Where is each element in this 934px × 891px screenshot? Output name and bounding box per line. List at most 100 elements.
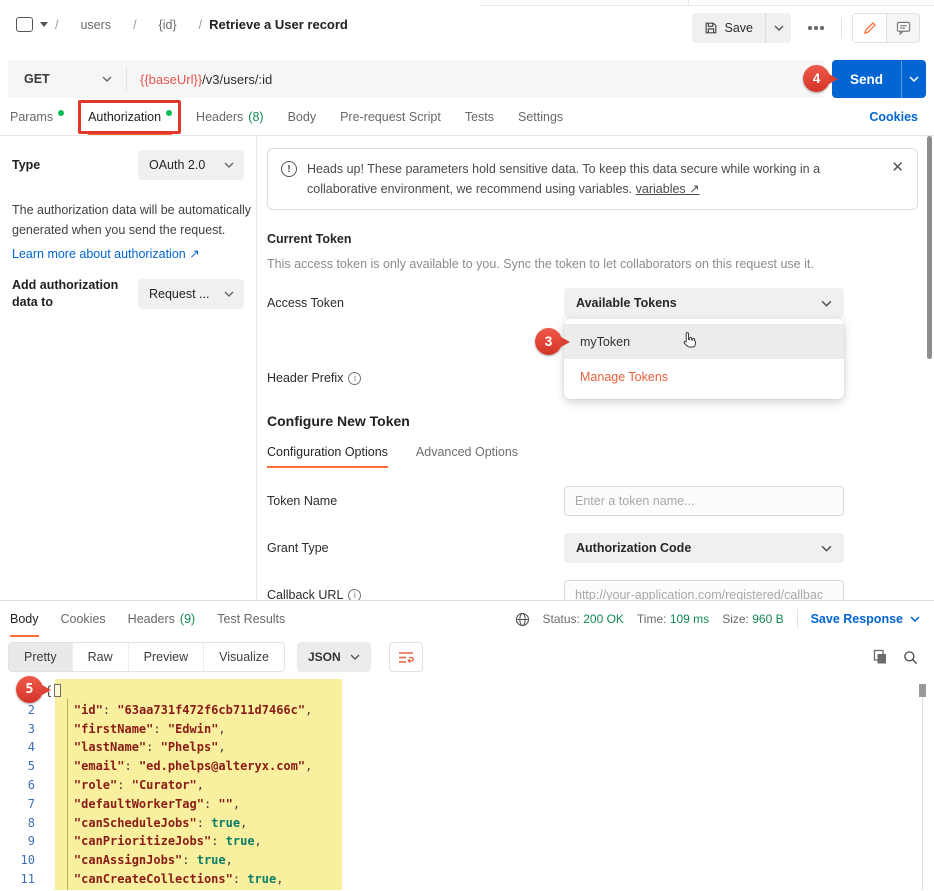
copy-button[interactable] (872, 649, 888, 665)
tab-headers[interactable]: Headers(8) (196, 98, 264, 135)
size-text: Size: 960 B (722, 612, 783, 626)
response-tab-headers[interactable]: Headers(9) (128, 601, 196, 637)
url-input[interactable]: {{baseUrl}}/v3/users/:id (127, 72, 272, 87)
auth-sidebar: Type OAuth 2.0 The authorization data wi… (0, 136, 257, 600)
line-number: 3 (0, 720, 45, 739)
text-cursor (54, 684, 61, 697)
callback-url-label: Callback URLi (267, 588, 564, 600)
token-name-label: Token Name (267, 494, 564, 508)
response-tab-test-results[interactable]: Test Results (217, 601, 285, 637)
request-icon[interactable] (16, 17, 33, 32)
breadcrumb-folder[interactable]: users (65, 18, 126, 32)
view-tab-pretty[interactable]: Pretty (9, 643, 72, 671)
breadcrumb-subfolder[interactable]: {id} (144, 18, 192, 32)
callback-url-input[interactable] (564, 580, 844, 600)
copy-icon (872, 649, 888, 665)
save-response-button[interactable]: Save Response (811, 612, 920, 626)
tab-settings[interactable]: Settings (518, 98, 563, 135)
tab-tests[interactable]: Tests (465, 98, 494, 135)
scrollbar-thumb[interactable] (927, 136, 932, 359)
tab-body[interactable]: Body (288, 98, 317, 135)
tab-configuration-options[interactable]: Configuration Options (267, 445, 388, 468)
save-options-button[interactable] (765, 13, 791, 43)
auth-type-select[interactable]: OAuth 2.0 (138, 150, 244, 180)
code-line: 2 "id": "63aa731f472f6cb711d7466c", (0, 701, 934, 720)
chevron-down-icon (774, 25, 784, 31)
access-token-select[interactable]: Available Tokens (564, 288, 844, 318)
tab-pre-request-script[interactable]: Pre-request Script (340, 98, 441, 135)
token-name-input[interactable] (564, 486, 844, 516)
dropdown-caret-icon[interactable] (40, 22, 48, 27)
response-toolbar: PrettyRawPreviewVisualize JSON (0, 637, 934, 675)
annotation-step-3: 3 (535, 328, 562, 355)
search-button[interactable] (903, 650, 918, 665)
response-tab-cookies[interactable]: Cookies (61, 601, 106, 637)
view-mode-segmented: PrettyRawPreviewVisualize (8, 642, 285, 672)
divider (841, 18, 842, 38)
response-panel: Body Cookies Headers(9) Test Results Status… (0, 600, 934, 890)
scrollbar-track[interactable] (922, 683, 923, 890)
modified-dot-icon (166, 110, 172, 116)
line-number: 7 (0, 795, 45, 814)
send-button-group: Send (832, 60, 926, 98)
token-dropdown: myToken Manage Tokens (564, 319, 844, 399)
tab-advanced-options[interactable]: Advanced Options (416, 445, 518, 468)
chevron-down-icon (102, 76, 112, 82)
type-label: Type (12, 158, 138, 172)
line-number: 2 (0, 701, 45, 720)
info-icon: i (348, 589, 361, 601)
hand-cursor-icon (682, 331, 698, 349)
edit-mode-button[interactable] (853, 14, 886, 42)
comment-button[interactable] (886, 14, 919, 42)
edit-icon (863, 21, 877, 35)
json-body: 1{2 "id": "63aa731f472f6cb711d7466c",3 "… (0, 675, 934, 889)
learn-more-link[interactable]: Learn more about authorization ↗ (12, 246, 200, 261)
view-tab-preview[interactable]: Preview (128, 643, 203, 671)
save-button[interactable]: Save (692, 13, 766, 43)
code-line: 8 "canScheduleJobs": true, (0, 814, 934, 833)
line-number: 6 (0, 776, 45, 795)
chevron-down-icon (224, 162, 234, 168)
variables-link[interactable]: variables ↗ (636, 182, 700, 196)
code-line: 11 "canCreateCollections": true, (0, 870, 934, 889)
grant-type-label: Grant Type (267, 541, 564, 555)
view-tab-raw[interactable]: Raw (72, 643, 128, 671)
wrap-lines-button[interactable] (389, 642, 423, 672)
send-options-button[interactable] (901, 60, 926, 98)
close-icon[interactable]: ✕ (891, 160, 904, 175)
modified-dot-icon (58, 110, 64, 116)
code-line: 1{ (0, 682, 934, 701)
cookies-link[interactable]: Cookies (869, 98, 918, 135)
breadcrumb-separator: / (133, 18, 136, 32)
method-select[interactable]: GET (8, 72, 126, 86)
request-tabs: Params Authorization Headers(8) Body Pre-req… (0, 98, 934, 136)
time-text: Time: 109 ms (637, 612, 709, 626)
info-icon: i (348, 372, 361, 385)
globe-icon (515, 612, 530, 627)
dropdown-item-manage-tokens[interactable]: Manage Tokens (564, 359, 844, 394)
dropdown-item-mytoken[interactable]: myToken (564, 324, 844, 359)
response-status-bar: Status: 200 OK Time: 109 ms Size: 960 B … (515, 601, 920, 637)
comment-icon (896, 21, 911, 35)
tab-count: (9) (180, 612, 195, 626)
breadcrumb: / users / {id} / Retrieve a User record (16, 13, 348, 32)
postman-app: / users / {id} / Retrieve a User record … (0, 0, 934, 891)
workspace-tab-edge (479, 0, 934, 6)
format-select[interactable]: JSON (297, 642, 371, 672)
grant-type-select[interactable]: Authorization Code (564, 533, 844, 563)
tab-authorization[interactable]: Authorization (88, 98, 172, 135)
warning-icon: ! (281, 161, 297, 177)
more-options-button[interactable] (801, 13, 831, 43)
tab-params[interactable]: Params (10, 98, 64, 135)
response-tab-body[interactable]: Body (10, 601, 39, 637)
code-line: 3 "firstName": "Edwin", (0, 720, 934, 739)
scrollbar-thumb[interactable] (919, 684, 926, 697)
add-auth-select[interactable]: Request ... (138, 279, 244, 309)
authorization-panel: Type OAuth 2.0 The authorization data wi… (0, 136, 934, 600)
configure-tabs: Configuration Options Advanced Options (267, 445, 918, 468)
send-button[interactable]: Send (832, 60, 901, 98)
save-button-group: Save (692, 13, 792, 43)
view-tab-visualize[interactable]: Visualize (203, 643, 284, 671)
mode-toggle-group (852, 13, 920, 43)
code-line: 7 "defaultWorkerTag": "", (0, 795, 934, 814)
